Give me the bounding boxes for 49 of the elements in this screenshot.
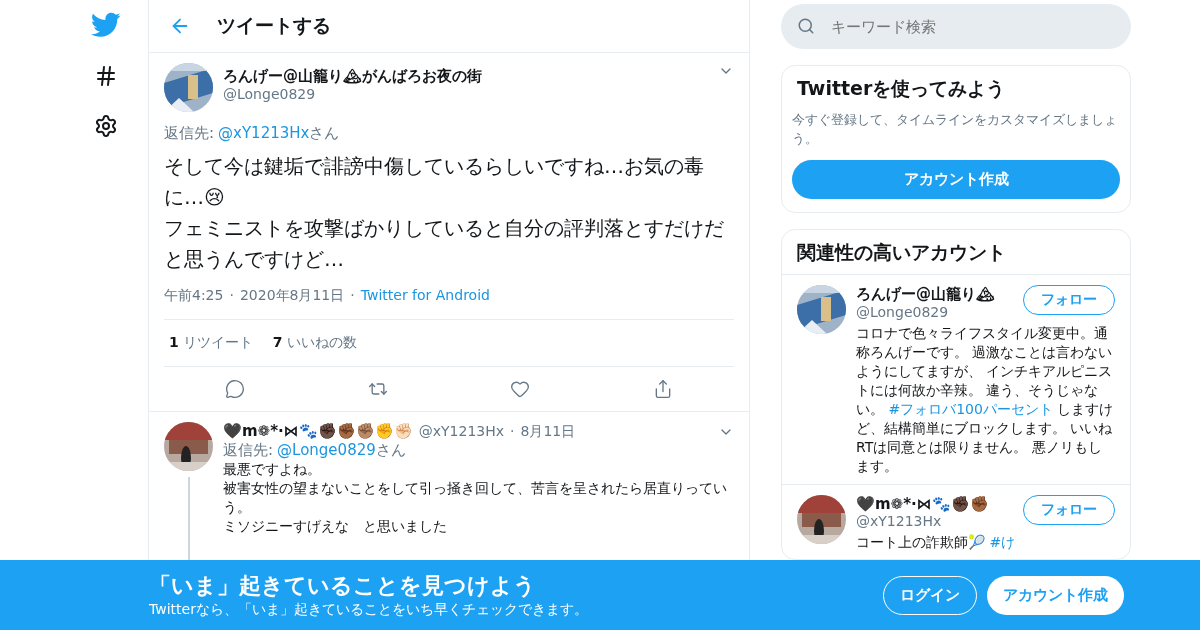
profile-bio: コート上の詐欺師🎾 #け [856, 533, 1017, 553]
user-handle[interactable]: @xY1213Hx [856, 513, 1023, 530]
card-text: 今すぐ登録して、タイムラインをカスタマイズしましょう。 [791, 111, 1118, 148]
source-link[interactable]: Twitter for Android [360, 287, 490, 305]
banner-title: 「いま」起きていることを見つけよう [149, 572, 537, 600]
tweet-time: 午前4:25 [164, 287, 224, 305]
tweet-date: 8月11日 [520, 422, 576, 441]
profile-bio: コロナで色々ライフスタイル変更中。通称ろんげーです。 過激なことは言わないようにしてますが、 インチキアルピニストには何故か辛辣。 違う、そうじゃない。 #フォロバ100パーセント しますけど、結構簡単にブロックします。 いいねRTは同意とは限りません。 悪ノリもします。 [856, 324, 1115, 477]
tweet-date: 2020年8月11日 [239, 287, 345, 305]
reply-label: 返信先: [223, 441, 274, 460]
user-name[interactable]: 🖤m❁*·⋈🐾✊🏿✊🏾 [856, 495, 1023, 514]
stat-count[interactable]: 7 いいねの数 [272, 334, 357, 352]
hashtag-link[interactable]: #け [989, 534, 1016, 551]
bird-icon[interactable] [91, 12, 121, 38]
mention-link[interactable]: @Longe0829 [277, 441, 376, 460]
reply-label: 返信先: [164, 124, 215, 143]
search-icon [797, 17, 815, 35]
tweet-text: フェミニストを攻撃ばかりしていると自分の評判落とすだけだと思うんですけど… [164, 215, 725, 273]
user-name[interactable]: ろんげー@山籠り🏔 [856, 285, 1023, 305]
card-title: Twitterを使ってみよう [796, 76, 1007, 101]
separator-dot: · [350, 287, 355, 305]
follow-button[interactable]: フォロー [1023, 495, 1115, 526]
tweet-text: 被害女性の望まないことをして引っ掻き回して、苦言を呈されたら居直りっていう。 [223, 479, 728, 517]
search-field[interactable]: キーワード検索 [781, 4, 1131, 49]
user-handle[interactable]: @Longe0829 [856, 304, 1023, 321]
user-handle[interactable]: @xY1213Hx [418, 422, 505, 441]
mention-link[interactable]: @xY1213Hx [218, 124, 310, 143]
honorific-text: さん [375, 441, 406, 460]
signup-button[interactable]: アカウント作成 [987, 575, 1124, 615]
follow-button[interactable]: フォロー [1023, 285, 1115, 316]
user-name[interactable]: ろんげー@山籠り🏔がんばろお夜の街 [223, 67, 708, 86]
separator-dot: · [229, 287, 234, 305]
reply-icon[interactable] [225, 379, 246, 399]
tweet-text: 最悪ですよね。 [223, 460, 322, 479]
page-title: ツイートする [217, 13, 331, 38]
honorific-text: さん [309, 124, 340, 143]
tweet-text: そして今は鍵垢で誹謗中傷しているらしいですね…お気の毒に…😢 [164, 153, 705, 211]
signup-button[interactable]: アカウント作成 [792, 160, 1120, 199]
card-title: 関連性の高いアカウント [796, 240, 1007, 266]
heart-icon[interactable] [510, 379, 531, 399]
separator-dot: · [510, 422, 515, 441]
tweet-text: ミソジニーすげえな と思いました [223, 517, 448, 536]
hashtag-link[interactable]: #フォロバ100パーセント [888, 401, 1053, 418]
banner-subtitle: Twitterなら、「いま」起きていることをいち早くチェックできます。 [149, 601, 589, 619]
stat-count[interactable]: 1 リツイート [169, 334, 253, 352]
hashtag-icon[interactable] [94, 64, 118, 88]
settings-icon[interactable] [94, 114, 118, 138]
user-handle[interactable]: @Longe0829 [223, 86, 708, 102]
user-name[interactable]: 🖤m❁*·⋈🐾✊🏿✊🏾✊🏽✊✊🏻 [223, 422, 413, 441]
